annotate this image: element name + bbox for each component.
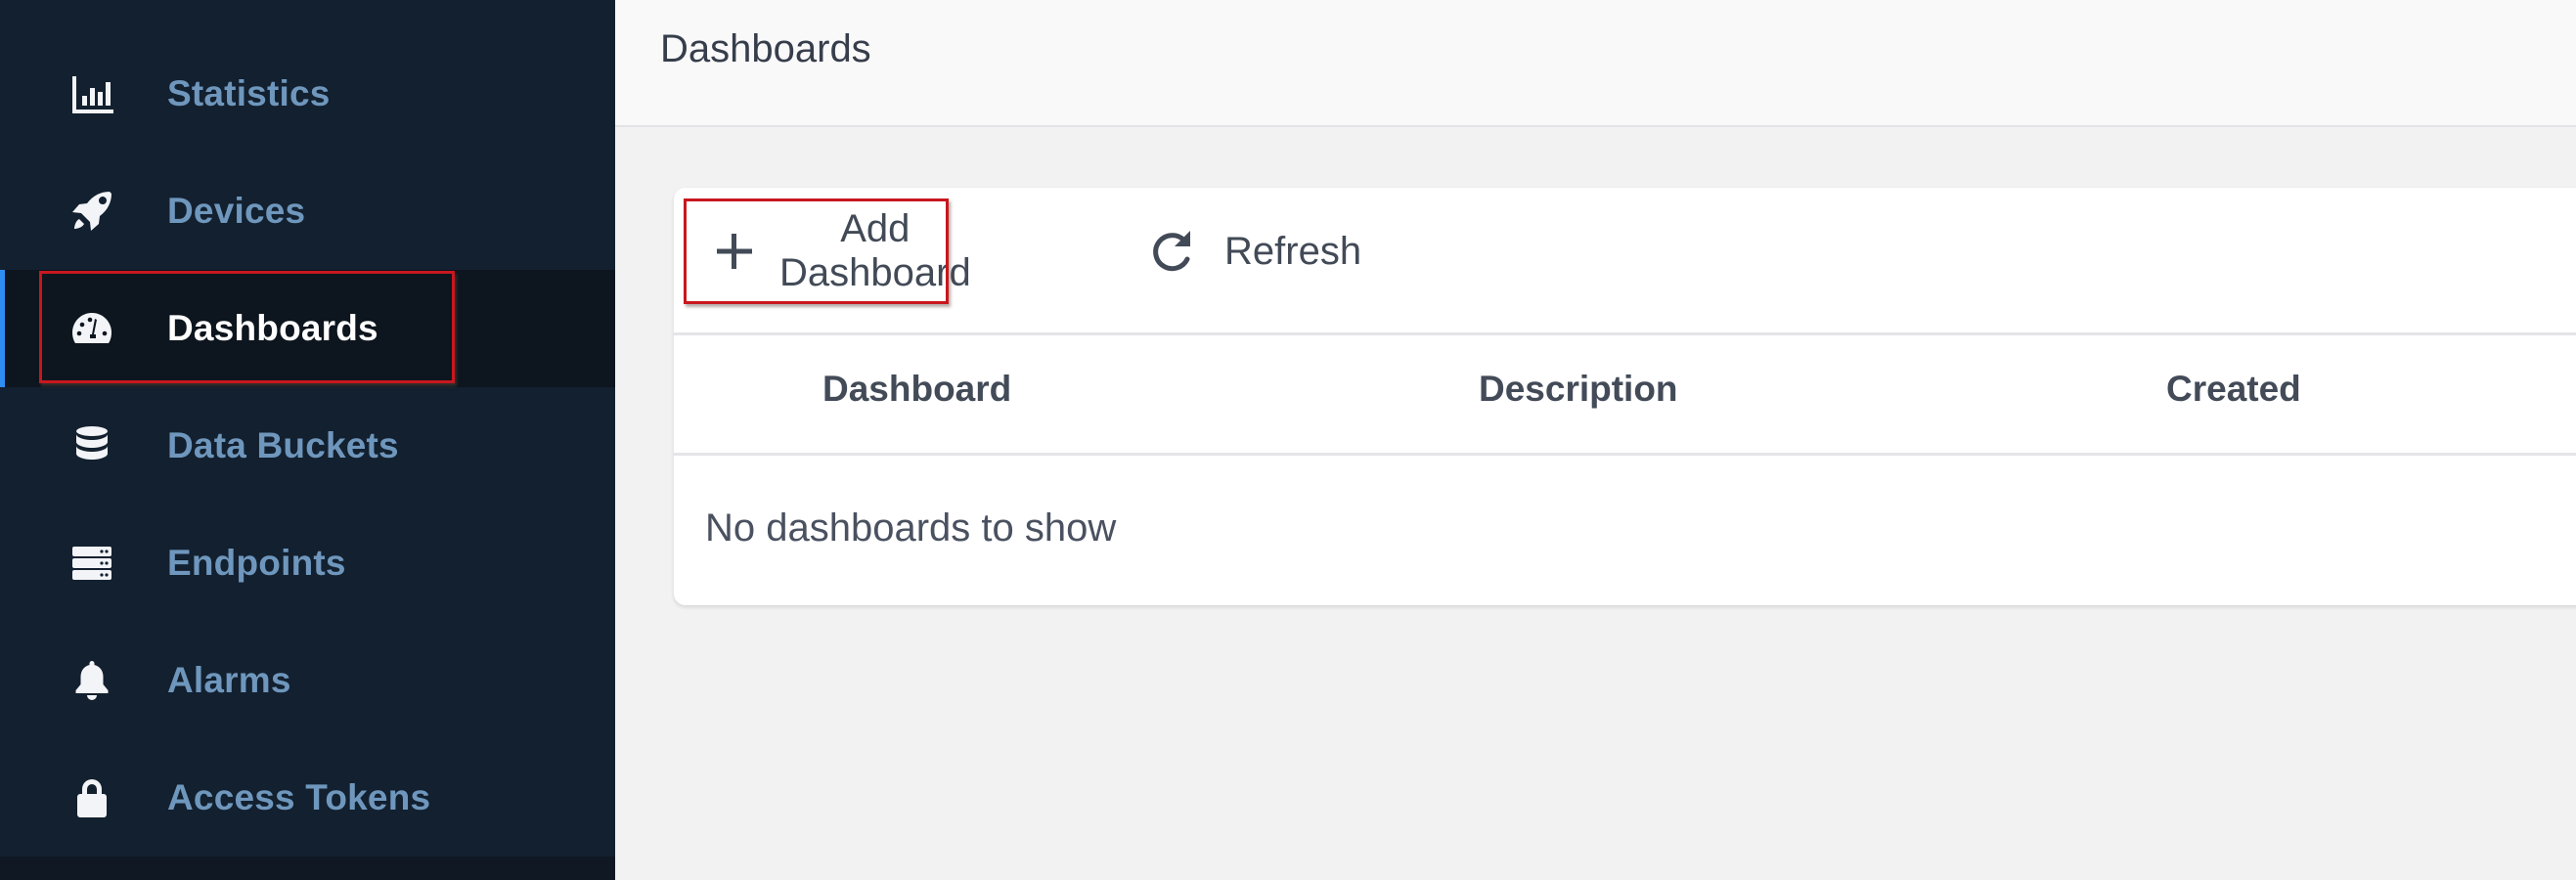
sidebar-item-label: Statistics bbox=[167, 73, 331, 113]
add-dashboard-label: Add Dashboard bbox=[779, 207, 971, 294]
refresh-label: Refresh bbox=[1224, 229, 1362, 273]
page-header: Dashboards bbox=[615, 0, 2576, 127]
refresh-icon bbox=[1147, 227, 1196, 276]
column-header-dashboard[interactable]: Dashboard bbox=[822, 369, 1011, 410]
sidebar: Statistics Devices Dashboards Data Bucke… bbox=[0, 0, 615, 880]
empty-state-row: No dashboards to show bbox=[674, 456, 2576, 605]
sidebar-item-dashboards[interactable]: Dashboards bbox=[0, 270, 615, 387]
sidebar-item-endpoints[interactable]: Endpoints bbox=[0, 505, 615, 622]
page-title: Dashboards bbox=[660, 27, 871, 70]
bar-chart-icon bbox=[68, 70, 115, 117]
bell-icon bbox=[68, 657, 115, 704]
sidebar-item-alarms[interactable]: Alarms bbox=[0, 622, 615, 739]
active-indicator bbox=[0, 270, 5, 387]
sidebar-footer bbox=[0, 857, 615, 880]
sidebar-item-label: Alarms bbox=[167, 660, 291, 700]
sidebar-item-label: Dashboards bbox=[167, 308, 378, 348]
sidebar-item-label: Endpoints bbox=[167, 543, 346, 583]
add-dashboard-button[interactable]: Add Dashboard bbox=[684, 207, 971, 294]
sidebar-item-devices[interactable]: Devices bbox=[0, 153, 615, 270]
refresh-button[interactable]: Refresh bbox=[1147, 209, 1372, 293]
server-icon bbox=[68, 540, 115, 587]
sidebar-item-statistics[interactable]: Statistics bbox=[0, 35, 615, 153]
dashboards-panel: Add Dashboard Refresh Dashboard Descript… bbox=[674, 188, 2576, 605]
plus-icon bbox=[715, 232, 754, 271]
sidebar-item-access-tokens[interactable]: Access Tokens bbox=[0, 739, 615, 857]
tachometer-icon bbox=[68, 305, 115, 352]
sidebar-item-data-buckets[interactable]: Data Buckets bbox=[0, 387, 615, 505]
database-icon bbox=[68, 422, 115, 469]
sidebar-item-label: Devices bbox=[167, 191, 306, 231]
table-header: Dashboard Description Created bbox=[674, 335, 2576, 456]
rocket-icon bbox=[68, 188, 115, 235]
sidebar-item-label: Access Tokens bbox=[167, 777, 431, 817]
empty-state-message: No dashboards to show bbox=[705, 506, 1117, 550]
toolbar: Add Dashboard Refresh bbox=[674, 188, 2576, 335]
sidebar-item-label: Data Buckets bbox=[167, 425, 399, 465]
column-header-created[interactable]: Created bbox=[2166, 369, 2301, 410]
lock-icon bbox=[68, 774, 115, 821]
column-header-description[interactable]: Description bbox=[1479, 369, 1678, 410]
